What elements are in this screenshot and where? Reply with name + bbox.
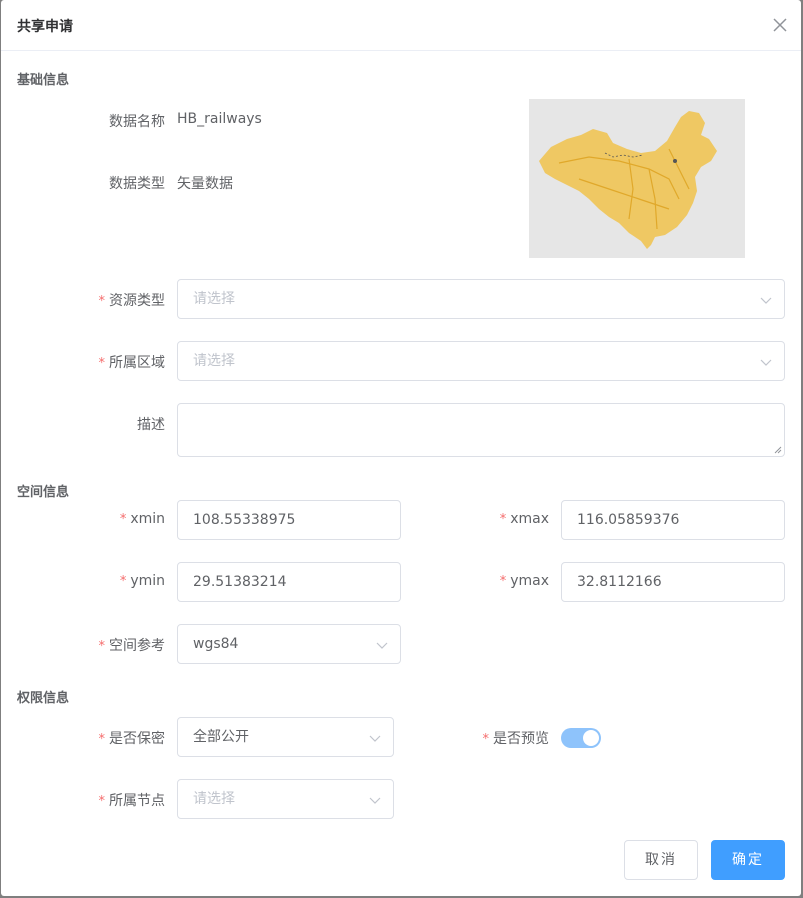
node-label-text: 所属节点 [109, 793, 165, 809]
ymax-label-text: ymax [510, 573, 549, 589]
spatial-reference-value: wgs84 [193, 636, 239, 652]
ymin-label: * ymin [120, 573, 165, 589]
dialog-header: 共享申请 [1, 0, 801, 51]
description-label: 描述 [137, 417, 165, 433]
ymax-label: * ymax [500, 573, 549, 589]
required-mark: * [499, 574, 507, 589]
required-mark: * [98, 732, 106, 747]
spatial-reference-label: * 空间参考 [99, 635, 166, 655]
cancel-button[interactable]: 取消 [624, 840, 698, 880]
resource-type-label: * 资源类型 [99, 290, 166, 310]
data-type-value: 矢量数据 [177, 176, 233, 192]
xmax-label-text: xmax [510, 511, 549, 527]
data-type-label: 数据类型 [109, 176, 165, 192]
xmax-input[interactable]: 116.05859376 [561, 500, 785, 540]
required-mark: * [499, 512, 507, 527]
section-basic-info: 基础信息 [17, 73, 70, 88]
chevron-down-icon [760, 297, 772, 304]
ymin-label-text: ymin [130, 573, 165, 589]
data-name-value: HB_railways [177, 111, 262, 127]
region-placeholder: 请选择 [193, 353, 235, 369]
chevron-down-icon [369, 735, 381, 742]
resize-handle-icon[interactable] [774, 446, 782, 454]
xmax-label: * xmax [500, 511, 549, 527]
node-select[interactable]: 请选择 [177, 779, 394, 819]
chevron-down-icon [376, 642, 388, 649]
map-shape [539, 111, 717, 249]
region-label: * 所属区域 [99, 352, 166, 372]
china-map-image [539, 111, 717, 249]
toggle-knob [583, 730, 599, 746]
resource-type-label-text: 资源类型 [109, 293, 165, 309]
spatial-reference-select[interactable]: wgs84 [177, 624, 401, 664]
region-select[interactable]: 请选择 [177, 341, 785, 381]
city-dot [673, 159, 677, 163]
chevron-down-icon [760, 359, 772, 366]
ymin-input[interactable]: 29.51383214 [177, 562, 401, 602]
required-mark: * [119, 512, 127, 527]
secret-select[interactable]: 全部公开 [177, 717, 394, 757]
xmin-label-text: xmin [130, 511, 165, 527]
dialog-title: 共享申请 [17, 19, 73, 35]
description-textarea[interactable] [177, 403, 785, 457]
close-icon[interactable] [769, 14, 791, 36]
preview-toggle[interactable] [561, 728, 601, 748]
secret-label: * 是否保密 [99, 728, 166, 748]
required-mark: * [119, 574, 127, 589]
node-placeholder: 请选择 [193, 791, 235, 807]
chevron-down-icon [369, 797, 381, 804]
required-mark: * [98, 356, 106, 371]
xmin-input[interactable]: 108.55338975 [177, 500, 401, 540]
required-mark: * [98, 294, 106, 309]
required-mark: * [98, 639, 106, 654]
preview-label-text: 是否预览 [493, 731, 549, 747]
secret-value: 全部公开 [193, 729, 249, 745]
ymax-input[interactable]: 32.8112166 [561, 562, 785, 602]
xmin-label: * xmin [120, 511, 165, 527]
section-spatial-info: 空间信息 [17, 485, 70, 500]
resource-type-select[interactable]: 请选择 [177, 279, 785, 319]
share-request-dialog: 共享申请 基础信息 数据名称 HB_railways 数据类型 矢量数据 * 资源… [1, 0, 801, 896]
resource-type-placeholder: 请选择 [193, 291, 235, 307]
preview-label: * 是否预览 [483, 728, 550, 748]
secret-label-text: 是否保密 [109, 731, 165, 747]
map-thumbnail [529, 99, 745, 258]
required-mark: * [98, 794, 106, 809]
data-name-label: 数据名称 [109, 114, 165, 130]
spatial-reference-label-text: 空间参考 [109, 638, 165, 654]
node-label: * 所属节点 [99, 790, 166, 810]
region-label-text: 所属区域 [109, 355, 165, 371]
required-mark: * [482, 732, 490, 747]
confirm-button[interactable]: 确定 [711, 840, 785, 880]
section-permission-info: 权限信息 [17, 691, 70, 706]
